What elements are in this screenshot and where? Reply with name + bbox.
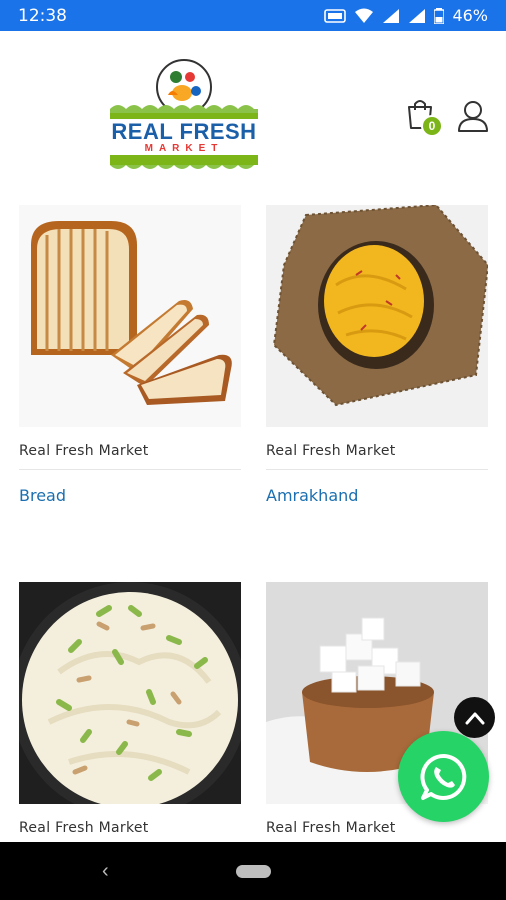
product-name[interactable]: Amrakhand (266, 486, 488, 505)
product-image-bread[interactable] (19, 205, 241, 427)
sim-icon (324, 8, 347, 23)
back-icon[interactable]: ‹ (102, 860, 109, 883)
signal-icon-2 (409, 8, 426, 23)
divider (19, 469, 241, 470)
battery-icon (434, 7, 445, 24)
logo-graphic (110, 59, 258, 169)
system-nav-bar: ‹ (0, 842, 506, 900)
chevron-up-icon (465, 712, 484, 724)
scroll-to-top-button[interactable] (454, 697, 495, 738)
logo-subtitle: MARKET (144, 143, 224, 154)
battery-level: 46% (452, 6, 488, 25)
status-bar: 12:38 46% (0, 0, 506, 31)
status-time: 12:38 (18, 5, 67, 26)
app-header: REAL FRESH MARKET 0 (0, 31, 506, 191)
wifi-icon (355, 8, 374, 23)
product-card[interactable]: Real Fresh Market Amrakhand (266, 205, 488, 505)
product-name[interactable]: Bread (19, 486, 241, 505)
product-card[interactable]: Real Fresh Market (19, 582, 241, 836)
account-button[interactable] (456, 99, 492, 135)
signal-icon (383, 8, 400, 23)
home-pill[interactable] (236, 865, 271, 878)
logo-title: REAL FRESH (111, 119, 257, 144)
whatsapp-button[interactable] (398, 731, 489, 822)
product-image-shrikhand[interactable] (19, 582, 241, 804)
status-icons: 46% (324, 6, 488, 25)
product-card[interactable]: Real Fresh Market Bread (19, 205, 241, 505)
product-image-amrakhand[interactable] (266, 205, 488, 427)
divider (266, 469, 488, 470)
product-vendor: Real Fresh Market (19, 820, 149, 836)
product-vendor: Real Fresh Market (19, 443, 149, 459)
user-icon (458, 101, 488, 132)
brand-logo[interactable]: REAL FRESH MARKET (106, 59, 262, 175)
product-vendor: Real Fresh Market (266, 820, 396, 836)
whatsapp-icon (419, 753, 466, 800)
cart-button[interactable]: 0 (404, 97, 444, 139)
cart-count-badge: 0 (421, 115, 443, 137)
product-vendor: Real Fresh Market (266, 443, 396, 459)
